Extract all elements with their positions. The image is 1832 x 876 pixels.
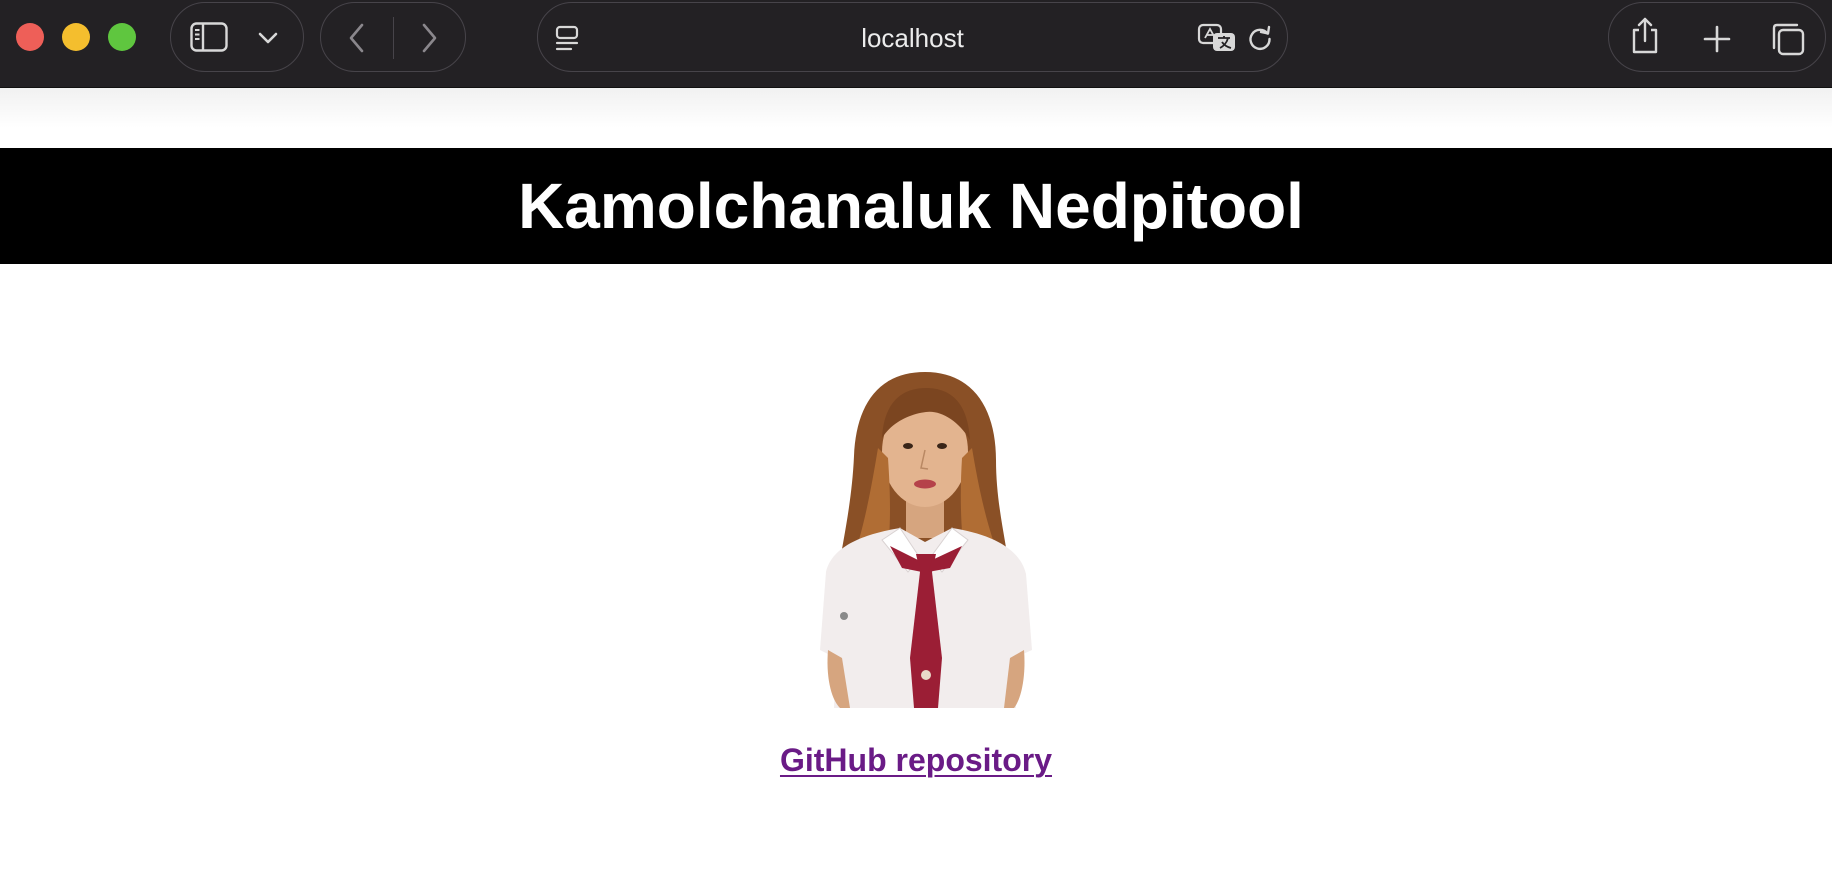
page-menu-icon[interactable]	[552, 23, 584, 55]
github-repository-link[interactable]: GitHub repository	[780, 742, 1052, 778]
chevron-down-icon[interactable]	[253, 25, 283, 51]
address-text: localhost	[861, 23, 964, 53]
sidebar-controls	[170, 2, 304, 72]
reload-icon[interactable]	[1244, 23, 1276, 55]
repo-link-container: GitHub repository	[0, 742, 1832, 779]
window-actions	[1608, 2, 1826, 72]
sidebar-icon[interactable]	[189, 20, 229, 54]
history-navigation	[320, 2, 466, 72]
page-content: Kamolchanaluk Nedpitool GitHub repositor…	[0, 88, 1832, 876]
header-banner: Kamolchanaluk Nedpitool	[0, 148, 1832, 264]
zoom-window-button[interactable]	[108, 23, 136, 51]
address-bar[interactable]: localhost	[537, 2, 1288, 72]
close-window-button[interactable]	[16, 23, 44, 51]
page-top-shadow	[0, 88, 1832, 128]
tab-overview-icon[interactable]	[1769, 20, 1807, 58]
minimize-window-button[interactable]	[62, 23, 90, 51]
browser-toolbar: localhost	[0, 0, 1832, 88]
profile-photo	[770, 328, 1080, 708]
plus-icon[interactable]	[1699, 21, 1735, 57]
page-title: Kamolchanaluk Nedpitool	[518, 170, 1304, 242]
forward-chevron-icon[interactable]	[411, 20, 447, 56]
share-icon[interactable]	[1627, 15, 1663, 57]
nav-divider	[393, 17, 394, 59]
back-chevron-icon[interactable]	[339, 20, 375, 56]
translate-icon[interactable]	[1196, 21, 1238, 55]
